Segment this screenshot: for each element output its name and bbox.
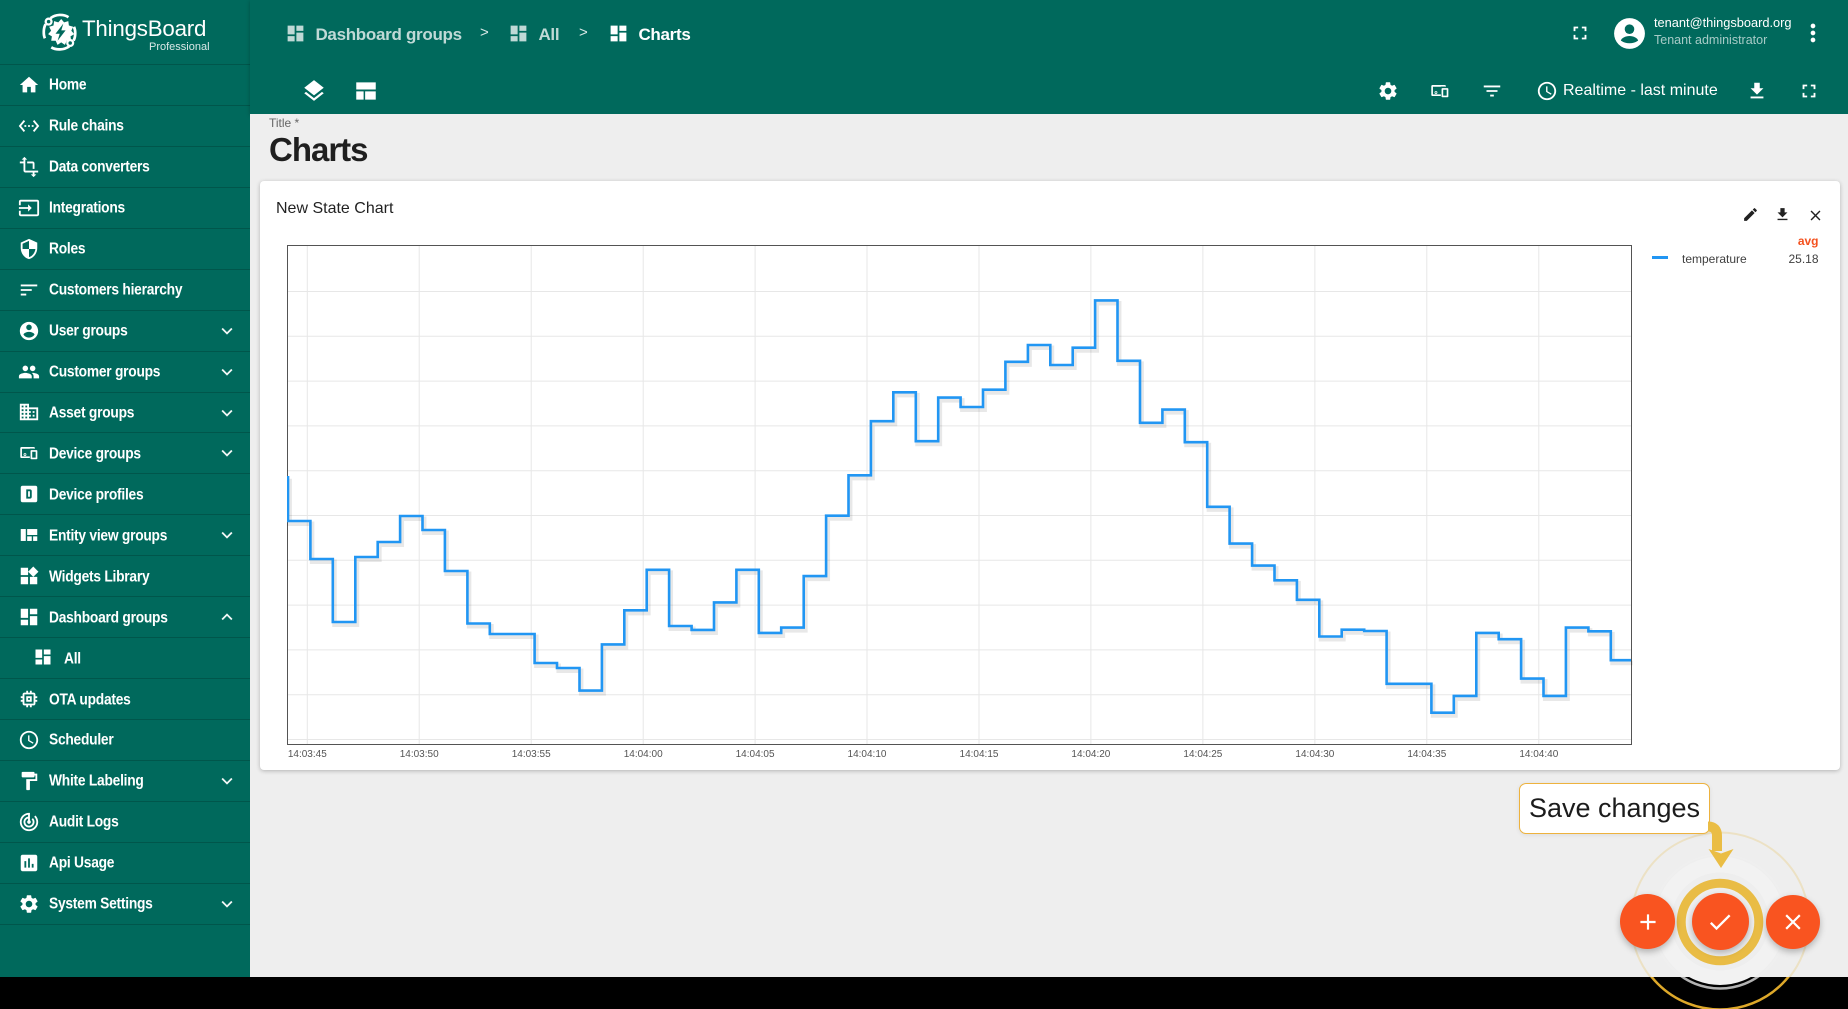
svg-text:14:04:40: 14:04:40 bbox=[1519, 749, 1558, 760]
svg-text:14:04:10: 14:04:10 bbox=[848, 749, 887, 760]
svg-text:14:04:20: 14:04:20 bbox=[1071, 749, 1110, 760]
svg-text:14:04:05: 14:04:05 bbox=[736, 749, 775, 760]
svg-text:14:03:45: 14:03:45 bbox=[288, 749, 327, 760]
svg-text:14:04:30: 14:04:30 bbox=[1295, 749, 1334, 760]
svg-text:14:03:50: 14:03:50 bbox=[400, 749, 439, 760]
svg-text:14:03:55: 14:03:55 bbox=[512, 749, 551, 760]
svg-text:14:04:00: 14:04:00 bbox=[624, 749, 663, 760]
svg-text:14:04:15: 14:04:15 bbox=[960, 749, 999, 760]
svg-text:14:04:35: 14:04:35 bbox=[1407, 749, 1446, 760]
svg-text:14:04:25: 14:04:25 bbox=[1183, 749, 1222, 760]
